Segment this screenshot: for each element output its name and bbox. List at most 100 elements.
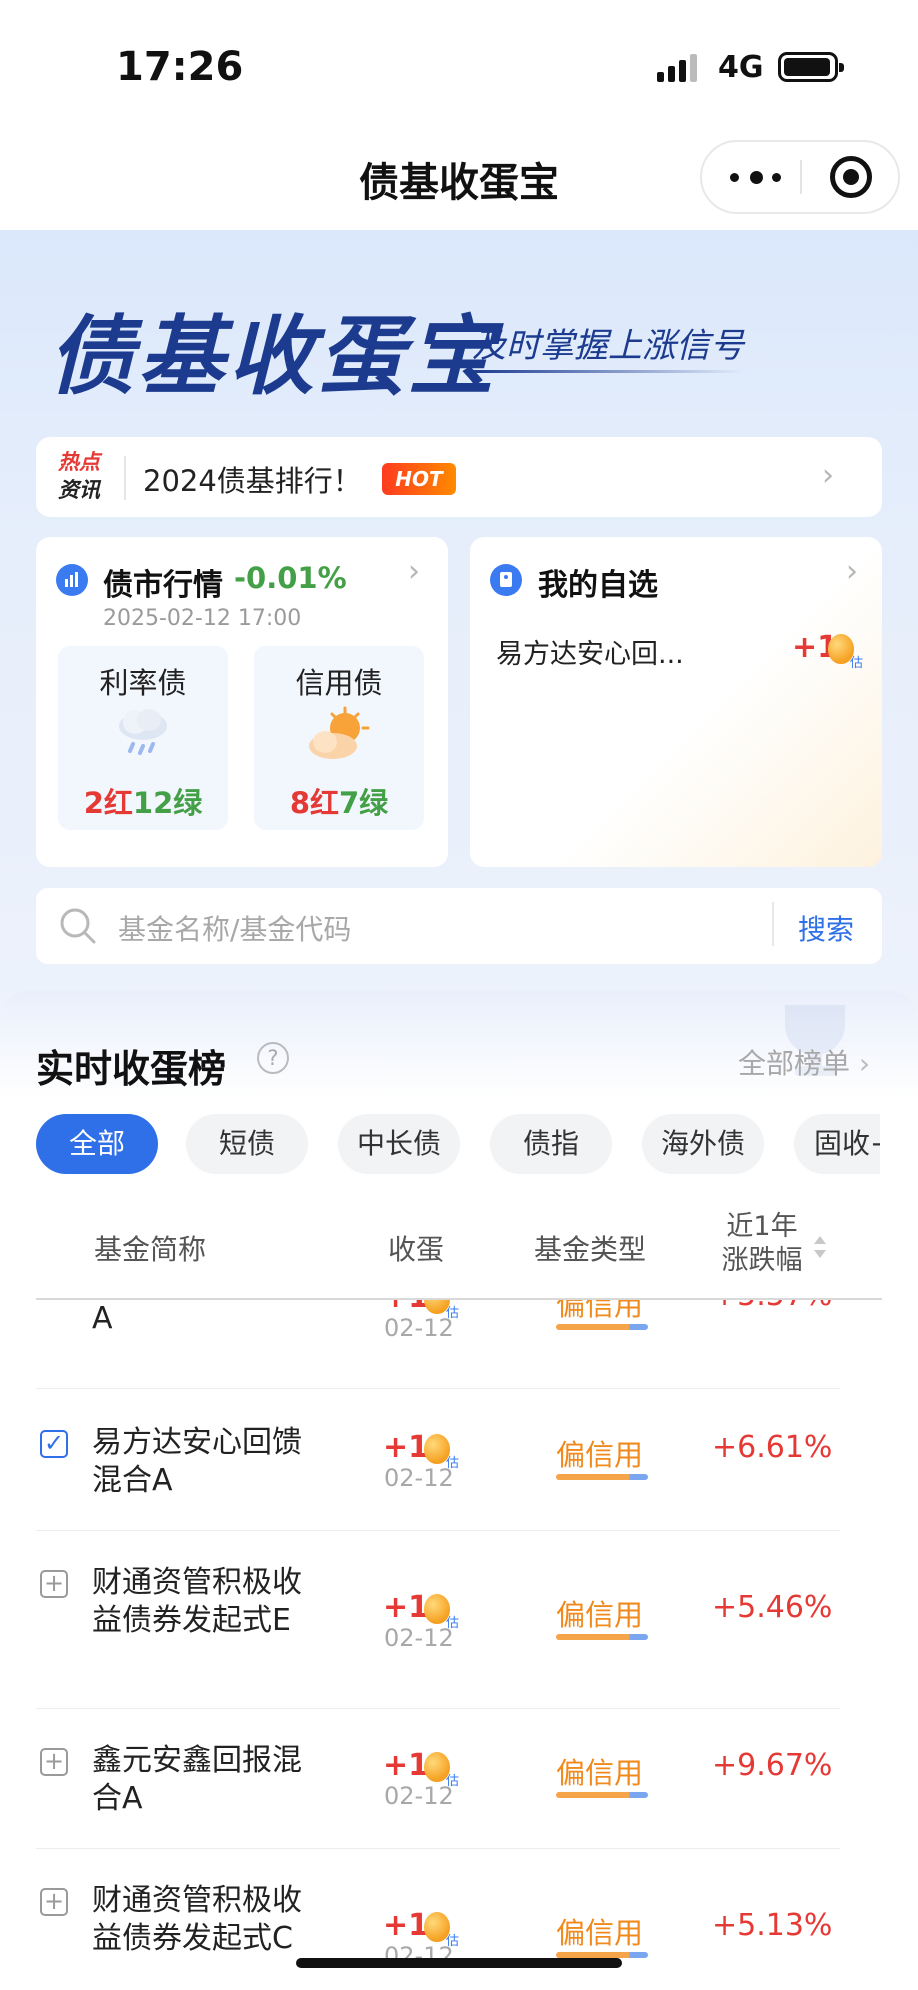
news-divider [124, 456, 126, 500]
table-row[interactable]: + 财通资管积极收益债券发起式C +1 估 02-12 偏信用 +5.13% [0, 1848, 918, 1990]
watchlist-chevron-icon[interactable]: › [846, 554, 858, 589]
fund-type: 偏信用 [556, 1756, 644, 1790]
col-change-line1: 近1年 [726, 1211, 798, 1242]
battery-icon [778, 52, 844, 82]
fund-change: +9.67% [712, 1748, 833, 1783]
fund-type: 偏信用 [556, 1300, 644, 1322]
tab-short-bond[interactable]: 短债 [186, 1114, 308, 1174]
search-input[interactable]: 基金名称/基金代码 [118, 908, 351, 948]
fund-change: +5.57% [712, 1300, 832, 1313]
tab-fixed-income-plus[interactable]: 固收+ [794, 1114, 880, 1174]
fund-name: 鑫元安鑫回报混合A [92, 1743, 302, 1816]
egg-date: 02-12 [384, 1314, 454, 1342]
news-tag-line2: 资讯 [58, 478, 100, 502]
brand-logo: 债基收蛋宝 [48, 307, 498, 407]
slogan-underline [472, 370, 742, 373]
egg-value: +1 [383, 1590, 430, 1625]
home-indicator[interactable] [296, 1958, 622, 1968]
search-divider [772, 902, 774, 946]
egg-value: +1 [383, 1430, 430, 1465]
fund-name: 财通资管积极收益债券发起式C [92, 1883, 302, 1956]
rate-bond-red: 2红 [83, 786, 133, 820]
network-label: 4G [718, 50, 764, 85]
table-row[interactable]: 收益债券发起式A +1 估 02-12 偏信用 +5.57% [0, 1300, 918, 1390]
signal-icon [657, 54, 701, 82]
fund-type: 偏信用 [556, 1916, 644, 1950]
fund-type: 偏信用 [556, 1598, 644, 1632]
rate-bond-count: 2红12绿 [58, 780, 228, 822]
help-icon[interactable]: ? [257, 1042, 289, 1074]
tab-overseas-bond[interactable]: 海外债 [642, 1114, 764, 1174]
market-change: -0.01% [234, 561, 347, 595]
all-rankings-link[interactable]: 全部榜单 › [738, 1042, 870, 1082]
ranking-title: 实时收蛋榜 [36, 1047, 227, 1091]
col-fund-name: 基金简称 [94, 1233, 207, 1266]
tab-bond-index[interactable]: 债指 [490, 1114, 612, 1174]
fund-type-bar [556, 1634, 648, 1640]
estimate-tag: 估 [850, 656, 864, 671]
fund-type-bar [556, 1324, 648, 1330]
col-fund-type: 基金类型 [534, 1233, 647, 1266]
market-chart-icon [56, 564, 88, 596]
fund-name-text: 收益债券发起式A [92, 1301, 113, 1336]
news-chevron-icon[interactable]: › [822, 458, 834, 493]
row-divider [36, 1388, 840, 1389]
fund-name: 收益债券发起式A [92, 1300, 302, 1376]
credit-bond-label: 信用债 [295, 666, 383, 700]
add-checkbox[interactable]: + [40, 1570, 68, 1598]
add-checkbox[interactable]: + [40, 1748, 68, 1776]
category-tabs: 全部 短债 中长债 债指 海外债 固收+ [0, 1110, 880, 1180]
fund-type-bar [556, 1792, 648, 1798]
add-checkbox[interactable]: + [40, 1888, 68, 1916]
close-target-icon[interactable] [830, 156, 872, 198]
egg-date: 02-12 [384, 1782, 454, 1810]
market-title: 债市行情 [103, 568, 223, 603]
fund-change: +5.13% [712, 1908, 833, 1943]
capsule-divider [800, 160, 802, 194]
sort-icon[interactable] [812, 1234, 828, 1260]
more-icon[interactable] [728, 160, 788, 194]
market-chevron-icon[interactable]: › [408, 554, 420, 589]
tab-mid-long-bond[interactable]: 中长债 [338, 1114, 460, 1174]
checkbox-checked[interactable]: ✓ [40, 1430, 68, 1458]
news-tag: 热点 资讯 [58, 448, 114, 504]
col-egg: 收蛋 [388, 1233, 445, 1266]
news-tag-line1: 热点 [58, 450, 100, 474]
watchlist-card[interactable] [470, 537, 882, 867]
col-change-line2: 涨跌幅 [721, 1245, 803, 1276]
news-text[interactable]: 2024债基排行！ [143, 458, 362, 500]
hot-badge: HOT [382, 463, 456, 495]
fund-name: 易方达安心回馈混合A [92, 1425, 302, 1498]
col-change[interactable]: 近1年 涨跌幅 [712, 1210, 812, 1278]
fund-list: 收益债券发起式A +1 估 02-12 偏信用 +5.57% ✓ 易方达安心回馈… [0, 1300, 918, 1990]
egg-value: +1 [383, 1300, 429, 1315]
rate-bond-label: 利率债 [99, 666, 187, 700]
credit-bond-red: 8红 [289, 786, 339, 820]
egg-value: +1 [383, 1748, 430, 1783]
brand-slogan: 及时掌握上涨信号 [472, 326, 744, 366]
rate-bond-green: 12绿 [132, 786, 203, 820]
watchlist-fund[interactable]: 易方达安心回... [496, 632, 684, 671]
search-button[interactable]: 搜索 [798, 908, 854, 948]
rain-cloud-icon [113, 706, 173, 762]
egg-value: +1 [383, 1908, 430, 1943]
table-row[interactable]: ✓ 易方达安心回馈混合A +1 估 02-12 偏信用 +6.61% [0, 1390, 918, 1531]
fund-type: 偏信用 [556, 1438, 644, 1472]
fund-name: 财通资管积极收益债券发起式E [92, 1565, 302, 1638]
table-row[interactable]: + 鑫元安鑫回报混合A +1 估 02-12 偏信用 +9.67% [0, 1708, 918, 1849]
status-time: 17:26 [116, 44, 244, 90]
sun-cloud-icon [305, 706, 371, 764]
search-icon [58, 906, 96, 944]
fund-change: +5.46% [712, 1590, 833, 1625]
egg-date: 02-12 [384, 1624, 454, 1652]
fund-change: +6.61% [712, 1430, 833, 1465]
table-row[interactable]: + 财通资管积极收益债券发起式E +1 估 02-12 偏信用 +5.46% [0, 1530, 918, 1709]
watchlist-title: 我的自选 [538, 568, 658, 603]
egg-date: 02-12 [384, 1464, 454, 1492]
credit-bond-count: 8红7绿 [254, 780, 424, 822]
market-date: 2025-02-12 17:00 [103, 606, 302, 631]
credit-bond-green: 7绿 [339, 786, 389, 820]
bookmark-icon [490, 564, 522, 596]
all-rankings-label: 全部榜单 [738, 1047, 851, 1080]
tab-all[interactable]: 全部 [36, 1114, 158, 1174]
